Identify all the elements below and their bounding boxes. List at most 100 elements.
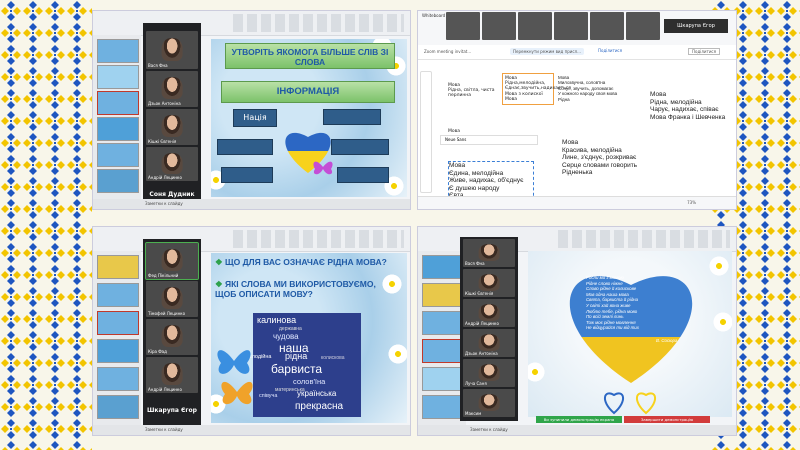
slide-thumbnails xyxy=(93,35,141,199)
participant-video[interactable]: Андрій Лецинко xyxy=(463,299,515,327)
sticky-note[interactable]: Мова Рідна, світла, чиста перлинна xyxy=(448,83,500,99)
text-block[interactable]: Мова Рідна, мелодійна Чарує, надихає, сп… xyxy=(650,91,725,121)
slide-canvas: Росли ми з мамою Рідне слово ніжне Слово… xyxy=(528,251,732,417)
screenshot-panel-4: Вася Фна Кішкі Євгенія Андрій Лецинко Дз… xyxy=(417,226,737,436)
meeting-title[interactable]: Zoom meeting invitat... xyxy=(424,49,471,54)
slide-thumb[interactable] xyxy=(422,395,464,419)
sticky-note[interactable]: Мова Рідна,мелодійна, Єднає,звучить,нади… xyxy=(502,73,571,106)
participant-video[interactable] xyxy=(446,12,480,40)
participant-video[interactable] xyxy=(626,12,660,40)
slide-title-banner: УТВОРІТЬ ЯКОМОГА БІЛЬШЕ СЛІВ ЗІ СЛОВА xyxy=(225,43,395,69)
participant-video[interactable]: Вася Фна xyxy=(146,31,198,69)
active-speaker-tile[interactable]: Шкарупа Єгор xyxy=(664,19,728,33)
screenshot-panel-2: Whiteboard Шкарупа Єгор Zoom meeting inv… xyxy=(417,10,737,210)
toolbar-share-link[interactable]: Поділитися xyxy=(598,48,622,53)
slide-thumbnails xyxy=(418,251,466,425)
slide-canvas: УТВОРІТЬ ЯКОМОГА БІЛЬШЕ СЛІВ ЗІ СЛОВА ІН… xyxy=(211,39,407,197)
participant-video[interactable]: Дзьок Антоніна xyxy=(463,329,515,357)
participant-video[interactable]: Кіра Фад xyxy=(146,319,198,355)
word-box: Нація xyxy=(233,109,277,127)
diamond-bullet-icon: ❖ xyxy=(215,279,225,289)
participant-video[interactable]: Дзьок Антоніна xyxy=(146,71,198,107)
zoom-video-strip: Фед Пікільний Тімофей Лецинко Кіра Фад А… xyxy=(143,239,201,425)
participant-video[interactable] xyxy=(590,12,624,40)
word-box-empty xyxy=(331,139,389,155)
ppt-ribbon xyxy=(93,11,410,36)
text-block[interactable]: Мова Красива, мелодійна Лине, з'єднує, р… xyxy=(562,139,637,177)
status-bar: Заметки к слайду xyxy=(93,425,410,435)
butterfly-icon xyxy=(221,381,253,405)
slide-thumb[interactable] xyxy=(97,367,139,391)
slide-thumb[interactable] xyxy=(422,311,464,335)
text-block-selected[interactable]: Мова Єдина, мелодійна Живе, надихає, об'… xyxy=(448,161,534,201)
share-button[interactable]: Поділитися xyxy=(688,48,721,55)
slide-thumb[interactable] xyxy=(97,339,139,363)
zoom-video-strip: Вася Фна Дзьок Антоніна Кішкі Євгенія Ан… xyxy=(143,23,201,209)
participant-video[interactable]: Тімофей Лецинко xyxy=(146,281,198,317)
ua-hearts-logo xyxy=(604,392,656,415)
ribbon-tools[interactable] xyxy=(233,230,404,248)
embroidery-border-middle xyxy=(92,208,710,226)
participant-video[interactable]: Андрій Лецинко xyxy=(146,357,198,393)
slide-thumb[interactable] xyxy=(97,143,139,167)
text-block[interactable]: Мова Милозвучна, солов'їна Єснує, звучит… xyxy=(558,75,617,102)
screenshot-panel-3: Фед Пікільний Тімофей Лецинко Кіра Фад А… xyxy=(92,226,411,436)
butterfly-icon xyxy=(313,161,333,175)
status-bar: Заметки к слайду xyxy=(93,199,410,209)
participant-video[interactable]: Кішкі Євгенія xyxy=(146,109,198,145)
slide-thumb[interactable] xyxy=(97,117,139,141)
toggle-view-button[interactable]: Перемкнути режим вид присл... xyxy=(510,48,584,55)
word-cloud: калинова державна чудова наша мелодійна … xyxy=(245,313,361,417)
participant-video[interactable]: Кішкі Євгенія xyxy=(463,269,515,297)
whiteboard-tool-rail[interactable] xyxy=(420,71,432,193)
slide-thumb[interactable] xyxy=(422,283,464,307)
participant-video[interactable]: Луча Саня xyxy=(463,359,515,387)
participant-video[interactable]: Фед Пікільний xyxy=(145,242,199,280)
whiteboard-toolbar: Zoom meeting invitat... Перемкнути режим… xyxy=(418,45,736,60)
participant-video[interactable] xyxy=(518,12,552,40)
participant-video[interactable] xyxy=(482,12,516,40)
zoom-level[interactable]: 73% xyxy=(687,200,696,205)
slide-question-1: ❖ ЩО ДЛЯ ВАС ОЗНАЧАЄ РІДНА МОВА? xyxy=(215,257,387,267)
slide-thumb-selected[interactable] xyxy=(97,311,139,335)
slide-word-banner: ІНФОРМАЦІЯ xyxy=(221,81,395,103)
ribbon-tools[interactable] xyxy=(558,230,730,248)
slide-thumb[interactable] xyxy=(97,283,139,307)
font-name[interactable]: Neue Sans xyxy=(445,137,466,142)
whiteboard-header: Whiteboard Шкарупа Єгор xyxy=(418,11,736,46)
embroidery-pattern-left xyxy=(0,0,92,450)
slide-thumb[interactable] xyxy=(97,39,139,63)
app-label: Whiteboard xyxy=(422,13,446,18)
participant-video[interactable]: Максим xyxy=(463,389,515,417)
slide-thumb[interactable] xyxy=(97,255,139,279)
whiteboard-footer: 73% xyxy=(418,196,736,209)
participant-video[interactable]: Андрій Лецинко xyxy=(146,147,198,181)
slide-thumbnails xyxy=(93,251,141,425)
active-speaker-name: Соня Дудник xyxy=(149,191,195,198)
poem-text: Росли ми з мамою Рідне слово ніжне Слово… xyxy=(586,275,639,331)
participant-video[interactable] xyxy=(554,12,588,40)
status-bar: Заметки к слайду xyxy=(418,425,736,435)
diamond-bullet-icon: ❖ xyxy=(215,257,225,267)
participant-video[interactable]: Вася Фна xyxy=(463,239,515,267)
slide-thumb-selected[interactable] xyxy=(422,339,464,363)
embroidery-border-left xyxy=(0,0,92,450)
end-sharing-button[interactable]: Завершити демонстрацію xyxy=(624,416,710,423)
active-speaker-name: Шкарупа Єгор xyxy=(147,407,197,414)
sticky-note[interactable]: Мова xyxy=(448,129,478,134)
stopped-sharing-notice[interactable]: Ви зупинили демонстрацію екрана xyxy=(536,416,622,423)
slide-thumb[interactable] xyxy=(422,255,464,279)
slide-thumb[interactable] xyxy=(422,367,464,391)
embroidery-border-bottom xyxy=(92,434,710,450)
slide-question-2: ❖ ЯКІ СЛОВА МИ ВИКОРИСТОВУЄМО, ЩОБ ОПИСА… xyxy=(215,279,376,299)
poem-author: В. Сосюра xyxy=(656,338,678,343)
slide-thumb[interactable] xyxy=(97,169,139,193)
ribbon-tools[interactable] xyxy=(233,14,404,32)
slide-thumb[interactable] xyxy=(97,395,139,419)
slide-thumb[interactable] xyxy=(97,65,139,89)
ppt-ribbon xyxy=(93,227,410,252)
slide-canvas: ❖ ЩО ДЛЯ ВАС ОЗНАЧАЄ РІДНА МОВА? ❖ ЯКІ С… xyxy=(211,253,407,423)
slide-thumb-selected[interactable] xyxy=(97,91,139,115)
text-format-toolbar[interactable]: Neue Sans xyxy=(440,135,538,145)
word-box-empty xyxy=(221,167,273,183)
